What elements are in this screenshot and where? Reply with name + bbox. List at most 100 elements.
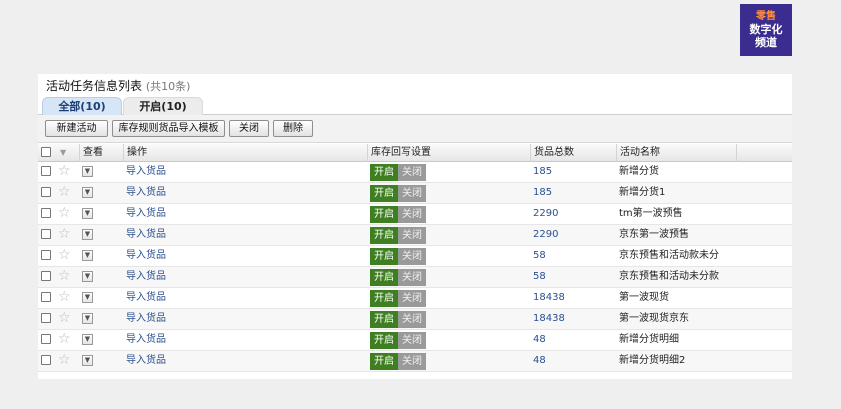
view-dropdown-icon[interactable]: ▼ (82, 355, 93, 366)
logo-line-2: 数字化 (749, 23, 783, 36)
row-checkbox[interactable] (41, 250, 51, 260)
toggle-off-label[interactable]: 关闭 (398, 311, 426, 328)
row-checkbox[interactable] (41, 166, 51, 176)
goods-total-link[interactable]: 58 (533, 246, 546, 266)
import-goods-link[interactable]: 导入货品 (126, 330, 166, 350)
toggle-on-label[interactable]: 开启 (370, 353, 398, 370)
goods-total-link[interactable]: 18438 (533, 309, 565, 329)
stock-writeback-toggle[interactable]: 开启 关闭 (370, 164, 426, 181)
stock-writeback-toggle[interactable]: 开启 关闭 (370, 206, 426, 223)
header-total: 货品总数 (530, 144, 616, 162)
star-icon[interactable]: ☆ (58, 164, 71, 178)
page-title: 活动任务信息列表 (共10条) (46, 77, 190, 94)
row-checkbox[interactable] (41, 334, 51, 344)
row-checkbox[interactable] (41, 292, 51, 302)
import-goods-link[interactable]: 导入货品 (126, 225, 166, 245)
goods-total-link[interactable]: 2290 (533, 204, 558, 224)
row-checkbox[interactable] (41, 208, 51, 218)
star-icon[interactable]: ☆ (58, 248, 71, 262)
star-icon[interactable]: ☆ (58, 290, 71, 304)
toggle-off-label[interactable]: 关闭 (398, 164, 426, 181)
toggle-on-label[interactable]: 开启 (370, 248, 398, 265)
view-dropdown-icon[interactable]: ▼ (82, 271, 93, 282)
stock-writeback-toggle[interactable]: 开启 关闭 (370, 269, 426, 286)
row-checkbox[interactable] (41, 229, 51, 239)
star-icon[interactable]: ☆ (58, 353, 71, 367)
row-checkbox[interactable] (41, 271, 51, 281)
goods-total-link[interactable]: 48 (533, 330, 546, 350)
view-dropdown-icon[interactable]: ▼ (82, 334, 93, 345)
view-dropdown-icon[interactable]: ▼ (82, 229, 93, 240)
toggle-off-label[interactable]: 关闭 (398, 185, 426, 202)
toggle-on-label[interactable]: 开启 (370, 227, 398, 244)
view-dropdown-icon[interactable]: ▼ (82, 292, 93, 303)
goods-total-link[interactable]: 58 (533, 267, 546, 287)
stock-writeback-toggle[interactable]: 开启 关闭 (370, 332, 426, 349)
goods-total-link[interactable]: 185 (533, 183, 552, 203)
toggle-off-label[interactable]: 关闭 (398, 269, 426, 286)
toggle-on-label[interactable]: 开启 (370, 206, 398, 223)
goods-total-link[interactable]: 185 (533, 162, 552, 182)
star-icon[interactable]: ☆ (58, 332, 71, 346)
star-icon[interactable]: ☆ (58, 185, 71, 199)
stock-writeback-toggle[interactable]: 开启 关闭 (370, 311, 426, 328)
toggle-on-label[interactable]: 开启 (370, 269, 398, 286)
sort-caret-icon[interactable]: ▼ (60, 144, 66, 162)
import-goods-link[interactable]: 导入货品 (126, 267, 166, 287)
import-goods-link[interactable]: 导入货品 (126, 351, 166, 371)
row-checkbox[interactable] (41, 187, 51, 197)
star-icon[interactable]: ☆ (58, 206, 71, 220)
import-template-button[interactable]: 库存规则货品导入模板 (112, 120, 225, 137)
view-dropdown-icon[interactable]: ▼ (82, 250, 93, 261)
delete-button[interactable]: 删除 (273, 120, 313, 137)
import-goods-link[interactable]: 导入货品 (126, 183, 166, 203)
toggle-off-label[interactable]: 关闭 (398, 206, 426, 223)
stock-writeback-toggle[interactable]: 开启 关闭 (370, 248, 426, 265)
activity-name: 新增分货 (619, 166, 659, 177)
goods-total-link[interactable]: 18438 (533, 288, 565, 308)
toggle-on-label[interactable]: 开启 (370, 311, 398, 328)
toggle-on-label[interactable]: 开启 (370, 290, 398, 307)
toggle-on-label[interactable]: 开启 (370, 164, 398, 181)
import-goods-link[interactable]: 导入货品 (126, 309, 166, 329)
row-checkbox[interactable] (41, 355, 51, 365)
toggle-on-label[interactable]: 开启 (370, 185, 398, 202)
view-dropdown-icon[interactable]: ▼ (82, 313, 93, 324)
star-icon[interactable]: ☆ (58, 227, 71, 241)
toggle-off-label[interactable]: 关闭 (398, 290, 426, 307)
table-body: ☆ ▼ 导入货品 开启 关闭 185 新增分货 ☆ ▼ 导入货品 开启 关闭 1… (38, 162, 792, 372)
view-dropdown-icon[interactable]: ▼ (82, 166, 93, 177)
stock-writeback-toggle[interactable]: 开启 关闭 (370, 227, 426, 244)
goods-total-link[interactable]: 2290 (533, 225, 558, 245)
toggle-on-label[interactable]: 开启 (370, 332, 398, 349)
tab-bar: 全部(10) 开启(10) (38, 96, 792, 115)
star-icon[interactable]: ☆ (58, 269, 71, 283)
stock-writeback-toggle[interactable]: 开启 关闭 (370, 353, 426, 370)
close-button[interactable]: 关闭 (229, 120, 269, 137)
import-goods-link[interactable]: 导入货品 (126, 246, 166, 266)
stock-writeback-toggle[interactable]: 开启 关闭 (370, 185, 426, 202)
import-goods-link[interactable]: 导入货品 (126, 204, 166, 224)
activity-name: 新增分货明细 (619, 334, 679, 345)
toggle-off-label[interactable]: 关闭 (398, 332, 426, 349)
import-goods-link[interactable]: 导入货品 (126, 288, 166, 308)
stock-writeback-toggle[interactable]: 开启 关闭 (370, 290, 426, 307)
toggle-off-label[interactable]: 关闭 (398, 353, 426, 370)
toggle-off-label[interactable]: 关闭 (398, 227, 426, 244)
import-goods-link[interactable]: 导入货品 (126, 162, 166, 182)
row-checkbox[interactable] (41, 313, 51, 323)
tab-all[interactable]: 全部(10) (42, 97, 122, 115)
goods-total-link[interactable]: 48 (533, 351, 546, 371)
table-header: ▼ 查看 操作 库存回写设置 货品总数 活动名称 (38, 144, 792, 162)
view-dropdown-icon[interactable]: ▼ (82, 208, 93, 219)
toggle-off-label[interactable]: 关闭 (398, 248, 426, 265)
activity-name: 第一波现货 (619, 292, 669, 303)
page-title-text: 活动任务信息列表 (46, 79, 143, 93)
activity-task-panel: 活动任务信息列表 (共10条) 全部(10) 开启(10) 新建活动 库存规则货… (38, 74, 792, 379)
new-activity-button[interactable]: 新建活动 (45, 120, 108, 137)
tab-enabled[interactable]: 开启(10) (123, 97, 203, 115)
view-dropdown-icon[interactable]: ▼ (82, 187, 93, 198)
channel-logo: 零售 数字化 频道 (740, 4, 792, 56)
select-all-checkbox[interactable] (41, 147, 51, 157)
star-icon[interactable]: ☆ (58, 311, 71, 325)
